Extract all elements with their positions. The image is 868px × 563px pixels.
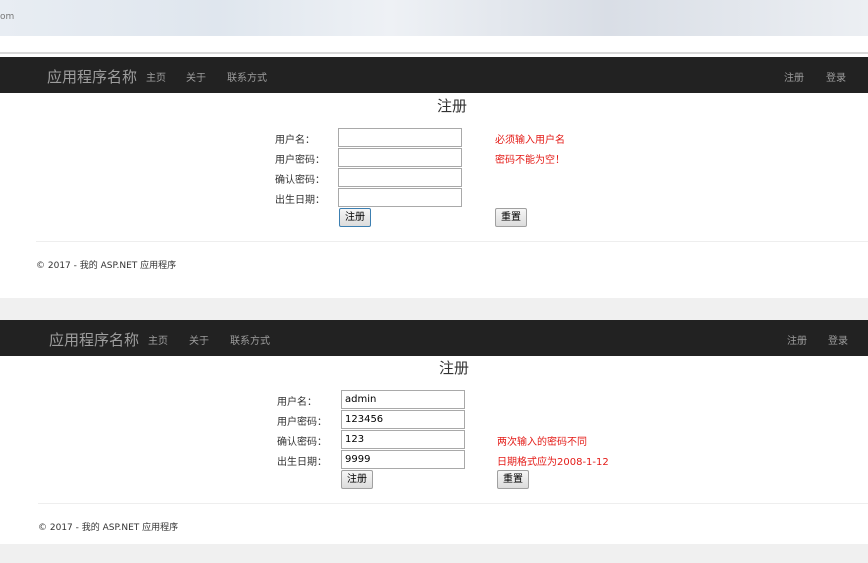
navbar-top: 应用程序名称 主页 关于 联系方式 注册 登录: [0, 57, 868, 93]
username-label: 用户名：: [275, 135, 315, 146]
username-error: 必须输入用户名: [495, 135, 565, 146]
confirm-password-input[interactable]: [341, 430, 465, 449]
footer-divider: [38, 503, 868, 504]
screen-separator: [0, 298, 868, 320]
nav-link-contact[interactable]: 联系方式: [227, 69, 267, 84]
browser-address-area: [0, 36, 868, 54]
brand-link[interactable]: 应用程序名称: [49, 329, 139, 350]
confirm-password-label: 确认密码：: [277, 437, 327, 448]
username-input[interactable]: [341, 390, 465, 409]
nav-link-register[interactable]: 注册: [787, 332, 807, 347]
page-title: 注册: [438, 359, 470, 377]
birthday-input[interactable]: [338, 188, 462, 207]
password-label: 用户密码：: [275, 155, 325, 166]
nav-link-about[interactable]: 关于: [189, 332, 209, 347]
footer-copyright: © 2017 - 我的 ASP.NET 应用程序: [36, 261, 177, 271]
nav-link-home[interactable]: 主页: [146, 69, 166, 84]
submit-register-button[interactable]: 注册: [341, 470, 373, 489]
browser-tab-strip: om: [0, 0, 868, 37]
password-input[interactable]: [341, 410, 465, 429]
password-label: 用户密码：: [277, 417, 327, 428]
username-input[interactable]: [338, 128, 462, 147]
nav-link-login[interactable]: 登录: [826, 69, 846, 84]
nav-link-login[interactable]: 登录: [828, 332, 848, 347]
birthday-label: 出生日期：: [277, 457, 327, 468]
confirm-password-error: 两次输入的密码不同: [497, 437, 587, 448]
brand-link[interactable]: 应用程序名称: [47, 66, 137, 87]
nav-link-about[interactable]: 关于: [186, 69, 206, 84]
birthday-error: 日期格式应为2008-1-12: [497, 457, 609, 468]
footer-divider: [36, 241, 868, 242]
browser-tab-text[interactable]: om: [0, 12, 14, 22]
confirm-password-input[interactable]: [338, 168, 462, 187]
birthday-input[interactable]: [341, 450, 465, 469]
navbar-bottom: 应用程序名称 主页 关于 联系方式 注册 登录: [0, 320, 868, 356]
page-title: 注册: [436, 97, 468, 115]
page-bottom-band: [0, 544, 868, 563]
password-input[interactable]: [338, 148, 462, 167]
reset-button[interactable]: 重置: [495, 208, 527, 227]
username-label: 用户名：: [277, 397, 317, 408]
confirm-password-label: 确认密码：: [275, 175, 325, 186]
footer-copyright: © 2017 - 我的 ASP.NET 应用程序: [38, 523, 179, 533]
nav-link-register[interactable]: 注册: [784, 69, 804, 84]
nav-link-contact[interactable]: 联系方式: [230, 332, 270, 347]
password-error: 密码不能为空！: [495, 155, 565, 166]
submit-register-button[interactable]: 注册: [339, 208, 371, 227]
nav-link-home[interactable]: 主页: [148, 332, 168, 347]
reset-button[interactable]: 重置: [497, 470, 529, 489]
birthday-label: 出生日期：: [275, 195, 325, 206]
